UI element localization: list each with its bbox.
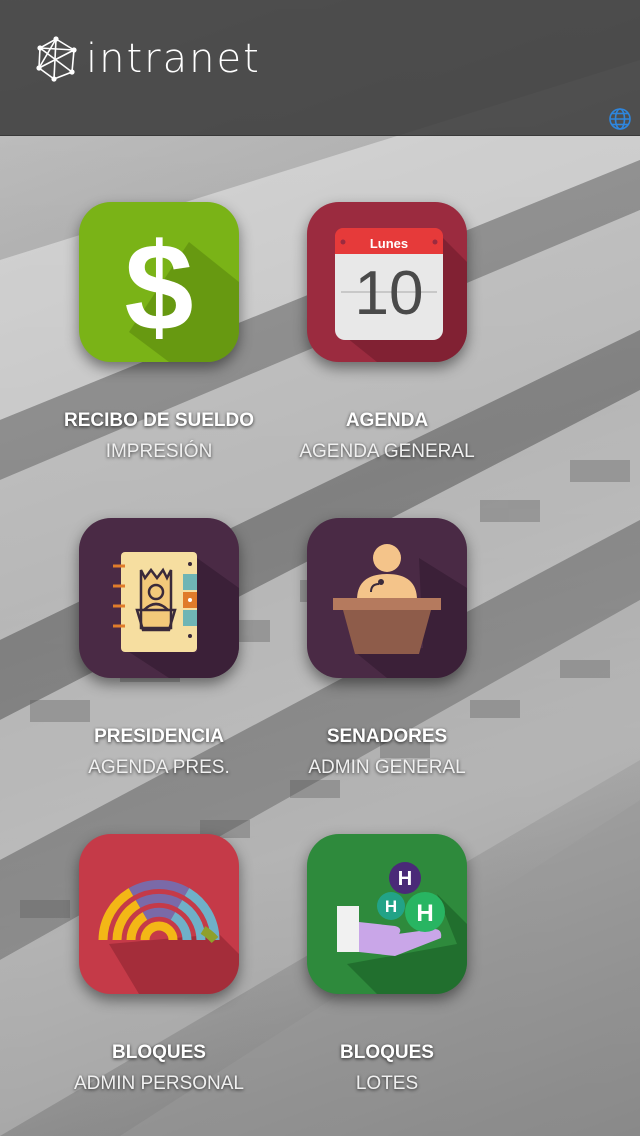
tile-subtitle: LOTES (355, 1073, 419, 1094)
tile-title: PRESIDENCIA (94, 726, 224, 747)
molecule-letter: H (416, 900, 433, 927)
globe-icon[interactable] (608, 107, 632, 131)
tile-presidencia[interactable]: PRESIDENCIA AGENDA PRES. (44, 518, 274, 779)
tile-subtitle: ADMIN GENERAL (308, 757, 466, 778)
hand-molecules-icon[interactable]: H H H (307, 834, 467, 994)
molecule-letter: H (385, 897, 397, 916)
tile-title: SENADORES (326, 726, 448, 747)
tile-senadores[interactable]: SENADORES ADMIN GENERAL (272, 518, 502, 779)
tile-title: AGENDA (345, 410, 429, 431)
tile-subtitle: AGENDA PRES. (88, 757, 230, 778)
brand-title: intranet (86, 36, 261, 82)
tile-subtitle: ADMIN PERSONAL (74, 1073, 244, 1094)
dollar-icon[interactable]: $ (79, 202, 239, 362)
tile-bloques-admin-personal[interactable]: BLOQUES ADMIN PERSONAL (44, 834, 274, 1095)
speaker-podium-icon[interactable] (307, 518, 467, 678)
calendar-month: Lunes (370, 236, 408, 251)
agenda-book-icon[interactable] (79, 518, 239, 678)
tile-agenda[interactable]: Lunes 10 AGENDA AGENDA GENERAL (272, 202, 502, 463)
molecule-letter: H (398, 868, 412, 890)
hemicycle-icon[interactable] (79, 834, 239, 994)
svg-text:$: $ (125, 219, 194, 357)
network-cube-logo (34, 36, 78, 82)
tile-title: BLOQUES (112, 1042, 206, 1063)
calendar-icon[interactable]: Lunes 10 (307, 202, 467, 362)
tile-title: RECIBO DE SUELDO (63, 410, 255, 431)
calendar-day: 10 (355, 259, 424, 328)
app-header: intranet (0, 0, 640, 136)
tile-bloques-lotes[interactable]: H H H BLOQUES LOTES (272, 834, 502, 1095)
tile-recibo-de-sueldo[interactable]: $ RECIBO DE SUELDO IMPRESIÓN (44, 202, 274, 463)
tile-subtitle: AGENDA GENERAL (299, 441, 475, 462)
tile-subtitle: IMPRESIÓN (105, 441, 213, 462)
tile-title: BLOQUES (340, 1042, 434, 1063)
